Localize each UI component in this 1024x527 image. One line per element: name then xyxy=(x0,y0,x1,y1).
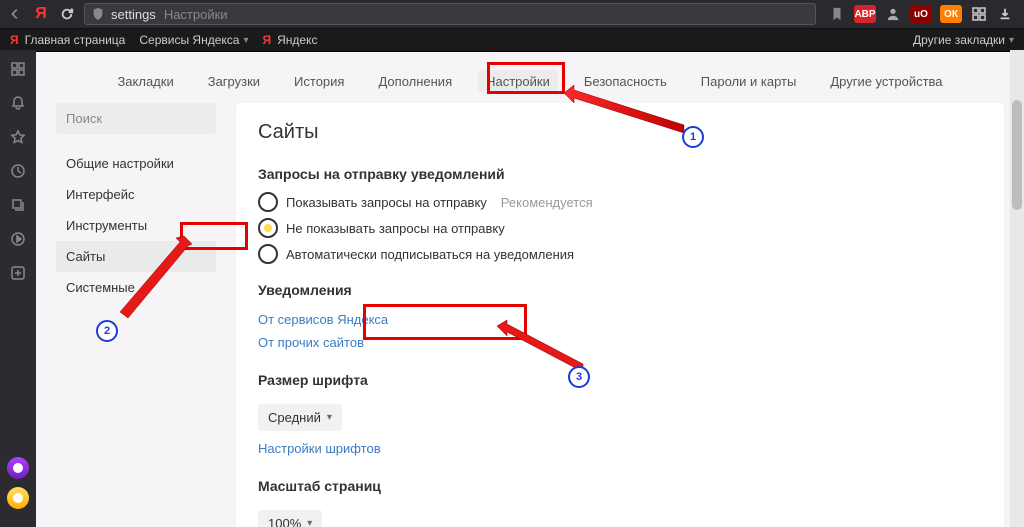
alice-orb-alt-icon[interactable] xyxy=(7,487,29,509)
panel-title: Сайты xyxy=(258,121,982,144)
bookmark-other[interactable]: Другие закладки▾ xyxy=(913,33,1014,47)
tab-downloads[interactable]: Загрузки xyxy=(200,70,268,93)
radio-icon xyxy=(258,218,278,238)
bookmark-icon[interactable] xyxy=(828,5,846,23)
bell-icon[interactable] xyxy=(9,94,27,112)
link-font-settings[interactable]: Настройки шрифтов xyxy=(258,441,381,456)
tab-history[interactable]: История xyxy=(286,70,352,93)
tiles-icon[interactable] xyxy=(9,60,27,78)
font-size-select[interactable]: Средний ▾ xyxy=(258,404,342,431)
address-bar[interactable]: settings Настройки xyxy=(84,3,816,25)
bookmark-home[interactable]: ЯГлавная страница xyxy=(10,33,125,47)
nav-tools[interactable]: Инструменты xyxy=(56,210,216,241)
tab-settings[interactable]: Настройки xyxy=(478,70,558,93)
tab-addons[interactable]: Дополнения xyxy=(370,70,460,93)
extensions-icon[interactable] xyxy=(970,5,988,23)
titlebar: Я settings Настройки ABP uO ОК xyxy=(0,0,1024,29)
collections-icon[interactable] xyxy=(9,196,27,214)
chevron-down-icon: ▾ xyxy=(307,518,312,527)
scale-heading: Масштаб страниц xyxy=(258,478,982,494)
play-icon[interactable] xyxy=(9,230,27,248)
extension-ok-icon[interactable]: ОК xyxy=(940,5,962,23)
titlebar-right: ABP uO ОК xyxy=(824,5,1018,23)
downloads-icon[interactable] xyxy=(996,5,1014,23)
nav-system[interactable]: Системные xyxy=(56,272,216,303)
chevron-down-icon: ▾ xyxy=(327,412,332,423)
radio-auto-subscribe[interactable]: Автоматически подписываться на уведомлен… xyxy=(258,244,982,264)
page-scale-select[interactable]: 100% ▾ xyxy=(258,510,322,527)
settings-search[interactable]: Поиск xyxy=(56,103,216,134)
tab-devices[interactable]: Другие устройства xyxy=(822,70,950,93)
bookmarks-bar: ЯГлавная страница Сервисы Яндекса▾ ЯЯнде… xyxy=(0,29,1024,52)
extension-person-icon[interactable] xyxy=(884,5,902,23)
requests-heading: Запросы на отправку уведомлений xyxy=(258,166,982,182)
page-url-title: settings xyxy=(111,7,156,22)
extension-abp-icon[interactable]: ABP xyxy=(854,5,876,23)
radio-icon xyxy=(258,192,278,212)
back-icon[interactable] xyxy=(6,5,24,23)
notifications-heading: Уведомления xyxy=(258,282,982,298)
radio-show-requests[interactable]: Показывать запросы на отправку Рекоменду… xyxy=(258,192,982,212)
add-panel-icon[interactable] xyxy=(9,264,27,282)
nav-interface[interactable]: Интерфейс xyxy=(56,179,216,210)
extension-ublock-icon[interactable]: uO xyxy=(910,5,932,23)
yandex-logo-icon[interactable]: Я xyxy=(32,5,50,23)
tab-bookmarks[interactable]: Закладки xyxy=(109,70,181,93)
reload-icon[interactable] xyxy=(58,5,76,23)
link-notif-yandex[interactable]: От сервисов Яндекса xyxy=(258,312,388,327)
icon-sidebar xyxy=(0,50,36,527)
link-notif-other[interactable]: От прочих сайтов xyxy=(258,335,364,350)
star-icon[interactable] xyxy=(9,128,27,146)
settings-tabs: Закладки Загрузки История Дополнения Нас… xyxy=(36,50,1024,103)
tab-passwords[interactable]: Пароли и карты xyxy=(693,70,805,93)
scrollbar-thumb[interactable] xyxy=(1012,100,1022,210)
font-heading: Размер шрифта xyxy=(258,372,982,388)
bookmark-services[interactable]: Сервисы Яндекса▾ xyxy=(139,33,248,47)
settings-panel: Сайты Запросы на отправку уведомлений По… xyxy=(236,103,1004,527)
nav-sites[interactable]: Сайты xyxy=(56,241,216,272)
history-icon[interactable] xyxy=(9,162,27,180)
radio-icon xyxy=(258,244,278,264)
radio-hide-requests[interactable]: Не показывать запросы на отправку xyxy=(258,218,982,238)
scrollbar[interactable] xyxy=(1010,50,1024,527)
nav-general[interactable]: Общие настройки xyxy=(56,148,216,179)
alice-orb-icon[interactable] xyxy=(7,457,29,479)
shield-icon xyxy=(91,7,105,21)
content-area: Закладки Загрузки История Дополнения Нас… xyxy=(36,50,1024,527)
tab-security[interactable]: Безопасность xyxy=(576,70,675,93)
bookmark-yandex[interactable]: ЯЯндекс xyxy=(262,33,317,47)
page-url-subtitle: Настройки xyxy=(164,7,228,22)
settings-leftnav: Поиск Общие настройки Интерфейс Инструме… xyxy=(56,103,216,527)
